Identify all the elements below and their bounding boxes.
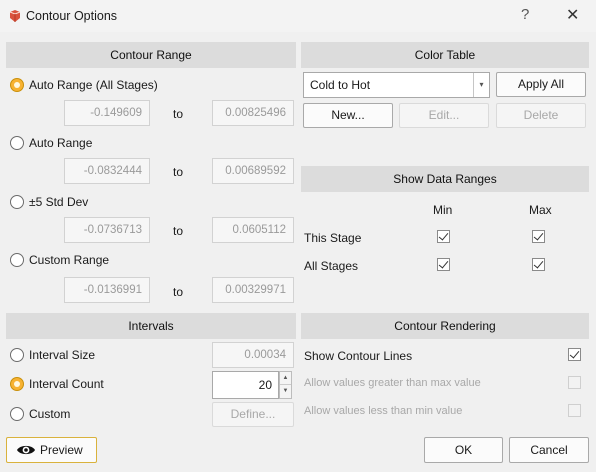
auto-range-all-stages-label: Auto Range (All Stages) [29, 78, 158, 92]
custom-range-radio[interactable] [10, 253, 24, 267]
define-button[interactable]: Define... [212, 402, 294, 427]
custom-range-from-field: -0.0136991 [64, 277, 150, 303]
chevron-down-icon[interactable]: ▾ [473, 73, 489, 97]
color-table-selected: Cold to Hot [310, 78, 371, 92]
auto-range-to-field: 0.00689592 [212, 158, 294, 184]
auto-range-from-field: -0.0832444 [64, 158, 150, 184]
apply-all-button[interactable]: Apply All [496, 72, 586, 97]
custom-range-label: Custom Range [29, 253, 110, 267]
to-label: to [173, 165, 184, 179]
preview-label: Preview [40, 443, 83, 457]
show-contour-lines-label: Show Contour Lines [304, 349, 413, 363]
custom-range-to-field: 0.00329971 [212, 277, 294, 303]
dialog-bottom-edge [0, 466, 596, 472]
custom-intervals-label: Custom [29, 407, 71, 421]
std-dev-radio[interactable] [10, 195, 24, 209]
interval-count-input[interactable]: 20 [212, 371, 279, 399]
app-icon [9, 10, 21, 22]
spin-down-icon[interactable]: ▼ [280, 385, 291, 398]
to-label: to [173, 224, 184, 238]
color-table-header: Color Table [301, 42, 589, 68]
custom-intervals-radio[interactable] [10, 407, 24, 421]
auto-range-all-stages-radio[interactable] [10, 78, 24, 92]
show-data-ranges-header: Show Data Ranges [301, 166, 589, 192]
title-bar: Contour Options ? ✕ [0, 0, 596, 32]
allow-less-label: Allow values less than min value [304, 405, 463, 417]
min-column-label: Min [433, 203, 453, 217]
delete-color-table-button[interactable]: Delete [496, 103, 586, 128]
this-stage-max-checkbox[interactable] [532, 230, 545, 243]
edit-color-table-button[interactable]: Edit... [399, 103, 489, 128]
auto-range-label: Auto Range [29, 136, 93, 150]
allow-greater-label: Allow values greater than max value [304, 377, 481, 389]
all-stages-min-checkbox[interactable] [437, 258, 450, 271]
interval-size-field: 0.00034 [212, 342, 294, 368]
help-button[interactable]: ? [521, 6, 529, 23]
contour-range-header: Contour Range [6, 42, 296, 68]
color-table-dropdown[interactable]: Cold to Hot ▾ [303, 72, 490, 98]
std-dev-from-field: -0.0736713 [64, 217, 150, 243]
contour-rendering-header: Contour Rendering [301, 313, 589, 339]
close-button[interactable]: ✕ [566, 5, 579, 25]
show-contour-lines-checkbox[interactable] [568, 348, 581, 361]
this-stage-min-checkbox[interactable] [437, 230, 450, 243]
this-stage-label: This Stage [304, 231, 362, 245]
ok-button[interactable]: OK [424, 437, 503, 463]
new-color-table-button[interactable]: New... [303, 103, 393, 128]
to-label: to [173, 107, 184, 121]
allow-less-checkbox[interactable] [568, 404, 581, 417]
intervals-header: Intervals [6, 313, 296, 339]
interval-count-radio[interactable] [10, 377, 24, 391]
all-stages-max-checkbox[interactable] [532, 258, 545, 271]
auto-range-all-stages-from-field: -0.149609 [64, 100, 150, 126]
eye-icon [17, 445, 35, 455]
interval-count-label: Interval Count [29, 377, 104, 391]
auto-range-radio[interactable] [10, 136, 24, 150]
preview-button[interactable]: Preview [6, 437, 97, 463]
std-dev-label: ±5 Std Dev [29, 195, 89, 209]
interval-count-spinner[interactable]: ▲ ▼ [279, 371, 292, 399]
auto-range-all-stages-to-field: 0.00825496 [212, 100, 294, 126]
interval-size-label: Interval Size [29, 348, 96, 362]
interval-size-radio[interactable] [10, 348, 24, 362]
allow-greater-checkbox[interactable] [568, 376, 581, 389]
to-label: to [173, 285, 184, 299]
all-stages-label: All Stages [304, 259, 359, 273]
std-dev-to-field: 0.0605112 [212, 217, 294, 243]
max-column-label: Max [529, 203, 552, 217]
window-title: Contour Options [26, 9, 118, 23]
spin-up-icon[interactable]: ▲ [280, 372, 291, 385]
cancel-button[interactable]: Cancel [509, 437, 589, 463]
